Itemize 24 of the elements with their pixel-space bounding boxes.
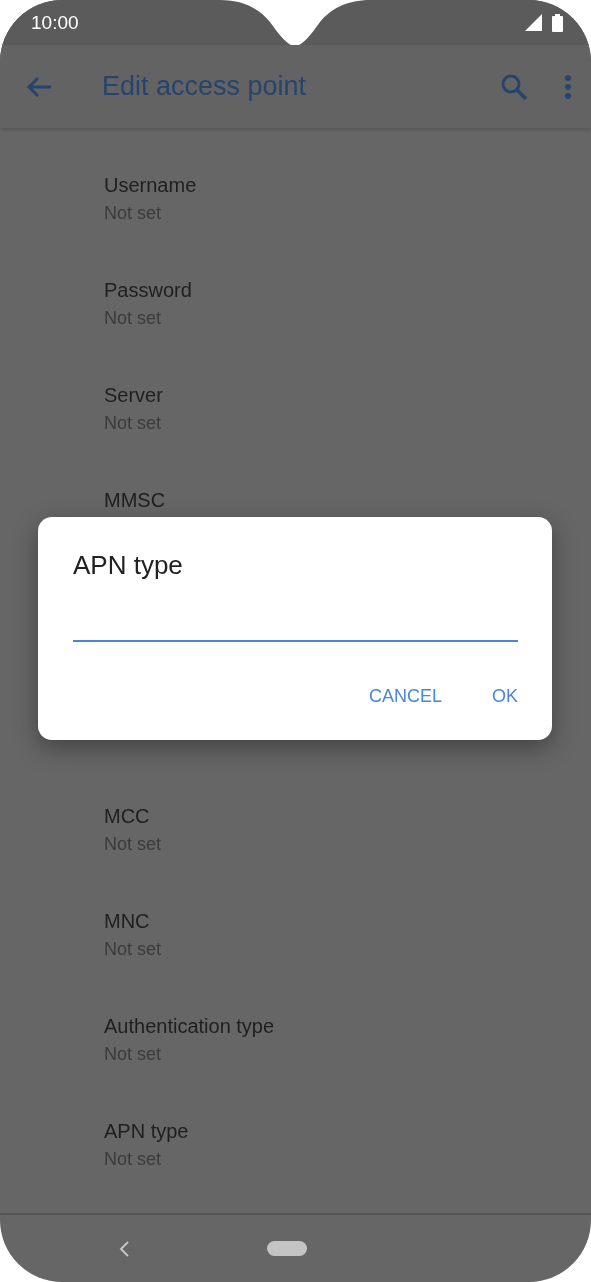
nav-back-button[interactable] [119,1240,129,1257]
status-time: 10:00 [31,11,79,34]
signal-icon [525,14,542,31]
search-button[interactable] [501,73,527,100]
more-button[interactable] [565,74,571,99]
setting-title[interactable]: Password [104,277,192,303]
arrow-left-icon [26,75,52,98]
back-button[interactable] [26,75,52,98]
dialog-title: APN type [73,550,183,580]
dialog-button[interactable]: CANCEL [354,680,456,713]
setting-title[interactable]: MNC [104,908,150,934]
setting-title[interactable]: APN type [104,1118,189,1144]
setting-title[interactable]: Server [104,382,163,408]
dialog-button[interactable]: OK [478,680,532,713]
setting-title[interactable]: Username [104,172,197,198]
setting-title[interactable]: Authentication type [104,1013,275,1039]
battery-icon [552,13,563,32]
screen-title: Edit access point [102,71,308,102]
search-icon [501,73,527,100]
setting-title[interactable]: MMSC [104,487,166,513]
more-icon [565,74,571,99]
chevron-left-icon [119,1240,129,1257]
home-button[interactable] [267,1241,307,1256]
setting-title[interactable]: MCC [104,803,150,829]
